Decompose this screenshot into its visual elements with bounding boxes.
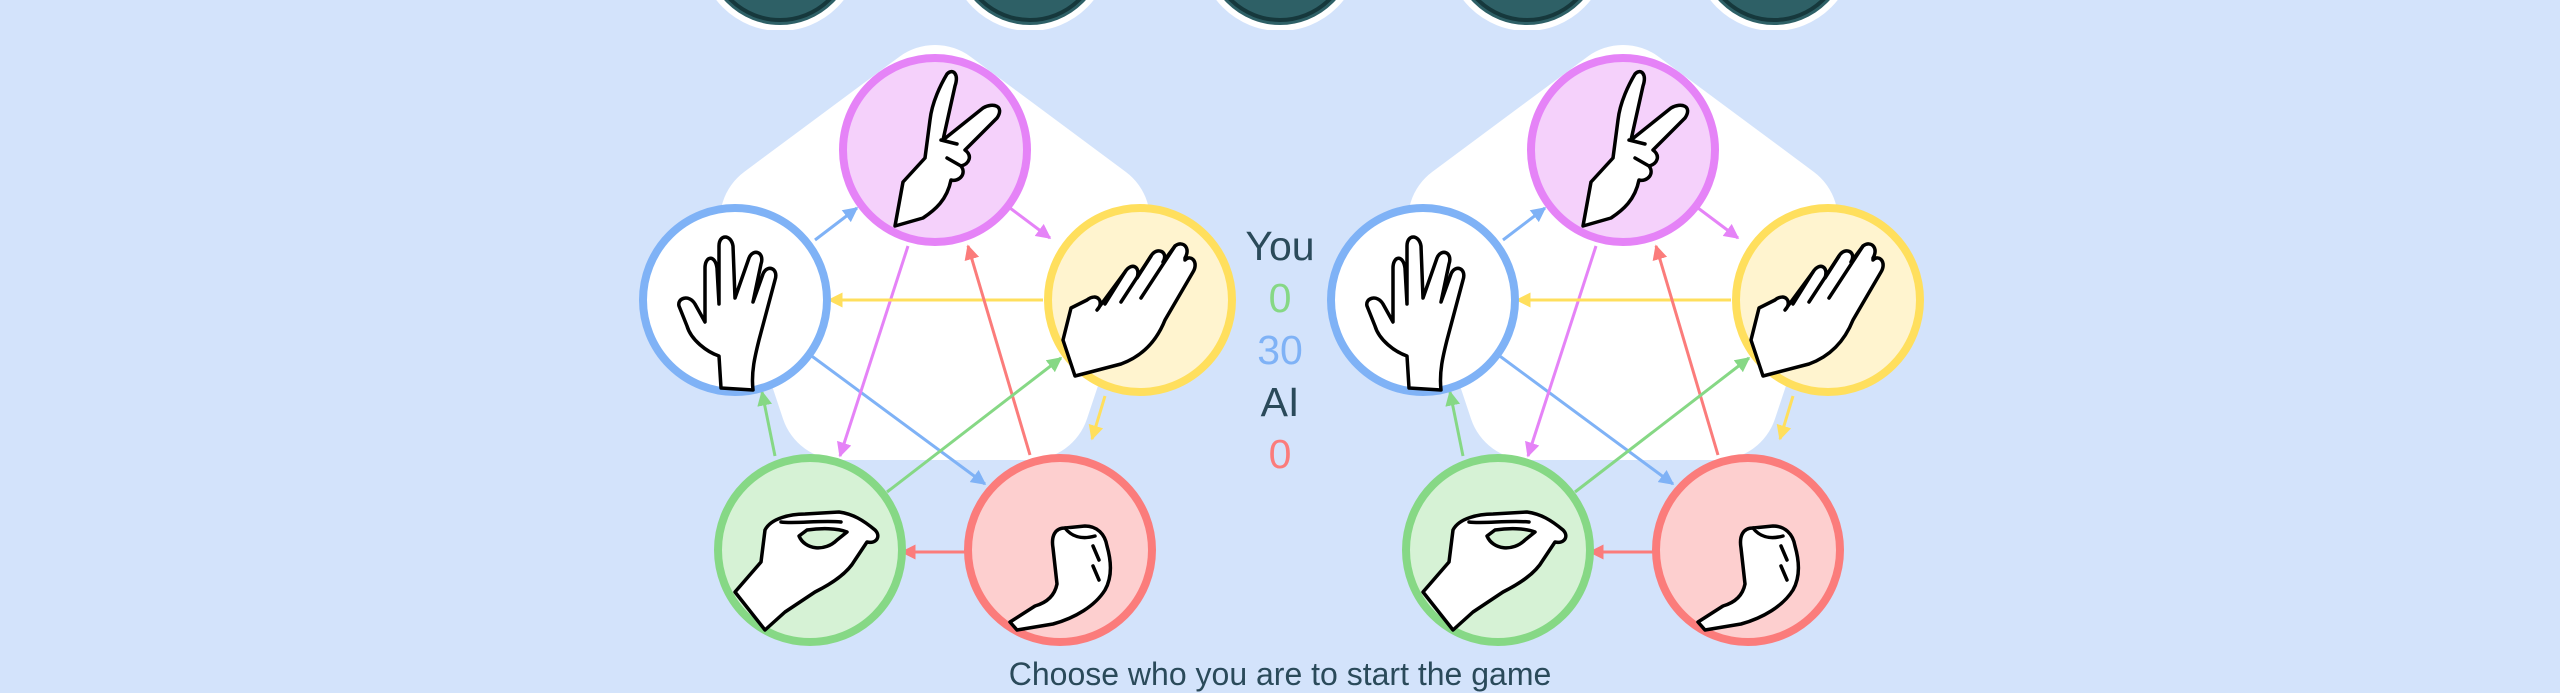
top-choice-row: [0, 0, 2560, 40]
player-board: [585, 40, 1285, 670]
scissors-choice[interactable]: [1527, 54, 1719, 246]
spock-choice[interactable]: [639, 204, 831, 396]
paper-choice[interactable]: [1732, 204, 1924, 396]
choice-button-5[interactable]: [1694, 0, 1854, 31]
ai-board: [1273, 40, 1973, 670]
lizard-choice[interactable]: [714, 454, 906, 646]
lizard-choice[interactable]: [1402, 454, 1594, 646]
choice-button-4[interactable]: [1447, 0, 1607, 31]
paper-choice[interactable]: [1044, 204, 1236, 396]
choice-button-3[interactable]: [1200, 0, 1360, 31]
spock-choice[interactable]: [1327, 204, 1519, 396]
start-message: Choose who you are to start the game: [1008, 656, 1552, 692]
scissors-choice[interactable]: [839, 54, 1031, 246]
rock-choice[interactable]: [1652, 454, 1844, 646]
choice-button-1[interactable]: [700, 0, 860, 31]
choice-button-2[interactable]: [950, 0, 1110, 31]
rock-choice[interactable]: [964, 454, 1156, 646]
